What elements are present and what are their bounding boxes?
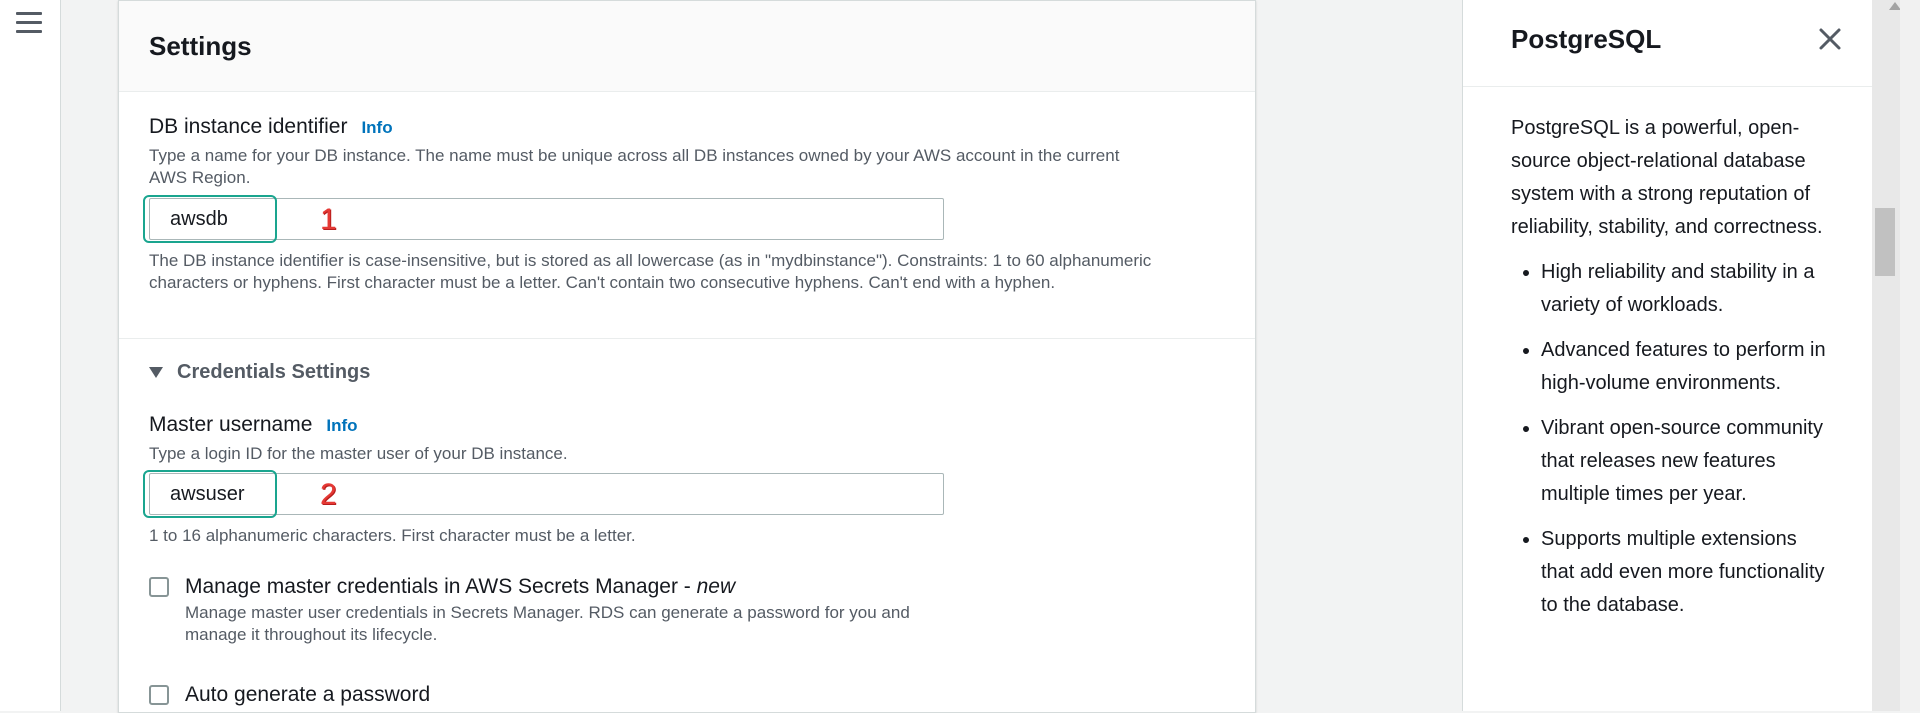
manage-secrets-checkbox[interactable]	[149, 577, 169, 597]
settings-title: Settings	[149, 31, 252, 61]
settings-panel: Settings DB instance identifier Info Type…	[118, 0, 1256, 713]
master-username-constraints: 1 to 16 alphanumeric characters. First c…	[149, 526, 636, 545]
help-intro: PostgreSQL is a powerful, open-source ob…	[1511, 117, 1823, 238]
help-bullet-item: Vibrant open-source community that relea…	[1541, 412, 1831, 511]
outer-scrollbar-track	[1900, 0, 1920, 711]
master-username-description: Type a login ID for the master user of y…	[149, 444, 568, 463]
db-identifier-description: Type a name for your DB instance. The na…	[149, 146, 1120, 187]
help-panel: PostgreSQL PostgreSQL is a powerful, ope…	[1462, 0, 1873, 711]
db-identifier-constraints: The DB instance identifier is case-insen…	[149, 251, 1152, 292]
help-bullet-list: High reliability and stability in a vari…	[1511, 256, 1831, 622]
help-bullet-item: Advanced features to perform in high-vol…	[1541, 334, 1831, 400]
scrollbar-track	[1872, 0, 1900, 711]
left-nav-rail	[0, 0, 61, 711]
master-username-info-link[interactable]: Info	[326, 416, 357, 435]
db-identifier-input-box[interactable]	[149, 198, 944, 240]
db-identifier-info-link[interactable]: Info	[361, 118, 392, 137]
db-identifier-label-text: DB instance identifier	[149, 115, 348, 138]
master-username-input[interactable]	[150, 474, 943, 514]
help-bullet-item: High reliability and stability in a vari…	[1541, 256, 1831, 322]
section-divider	[119, 338, 1255, 339]
annotation-number-1: 1	[320, 203, 337, 236]
annotation-number-2: 2	[320, 478, 337, 511]
db-identifier-input[interactable]	[150, 199, 943, 239]
help-header: PostgreSQL	[1463, 0, 1873, 87]
db-identifier-label: DB instance identifier Info	[149, 115, 393, 139]
help-bullet-item: Supports multiple extensions that add ev…	[1541, 523, 1831, 622]
master-username-label: Master username Info	[149, 413, 358, 437]
outer-scrollbar	[1900, 0, 1920, 711]
help-body: PostgreSQL is a powerful, open-source ob…	[1511, 112, 1831, 634]
manage-secrets-label-text: Manage master credentials in AWS Secrets…	[185, 575, 697, 598]
close-icon[interactable]	[1815, 24, 1845, 54]
credentials-settings-toggle[interactable]: Credentials Settings	[149, 361, 370, 384]
master-username-input-box[interactable]	[149, 473, 944, 515]
settings-header: Settings	[119, 1, 1255, 92]
hamburger-menu-icon[interactable]	[16, 12, 42, 34]
manage-secrets-description: Manage master user credentials in Secret…	[185, 603, 910, 644]
auto-password-checkbox[interactable]	[149, 685, 169, 705]
manage-secrets-label: Manage master credentials in AWS Secrets…	[185, 575, 735, 599]
scrollbar-thumb[interactable]	[1875, 208, 1895, 276]
help-title: PostgreSQL	[1511, 24, 1662, 54]
credentials-settings-title: Credentials Settings	[177, 361, 371, 383]
page-scrollbar[interactable]	[1872, 0, 1920, 711]
triangle-down-icon	[149, 367, 163, 378]
master-username-label-text: Master username	[149, 413, 313, 436]
manage-secrets-new-tag: new	[696, 575, 736, 598]
auto-password-label: Auto generate a password	[185, 683, 431, 706]
